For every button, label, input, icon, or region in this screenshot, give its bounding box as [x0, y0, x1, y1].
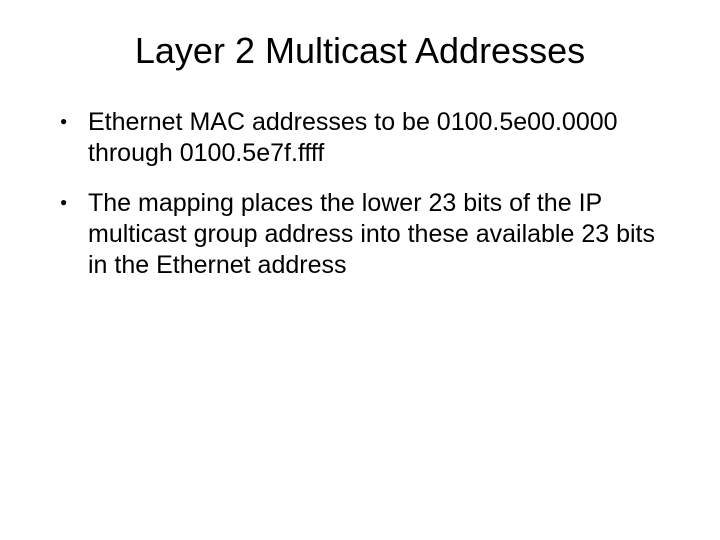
bullet-list: Ethernet MAC addresses to be 0100.5e00.0…	[40, 107, 680, 281]
slide-title: Layer 2 Multicast Addresses	[40, 30, 680, 72]
list-item: The mapping places the lower 23 bits of …	[60, 188, 680, 282]
list-item: Ethernet MAC addresses to be 0100.5e00.0…	[60, 107, 680, 170]
